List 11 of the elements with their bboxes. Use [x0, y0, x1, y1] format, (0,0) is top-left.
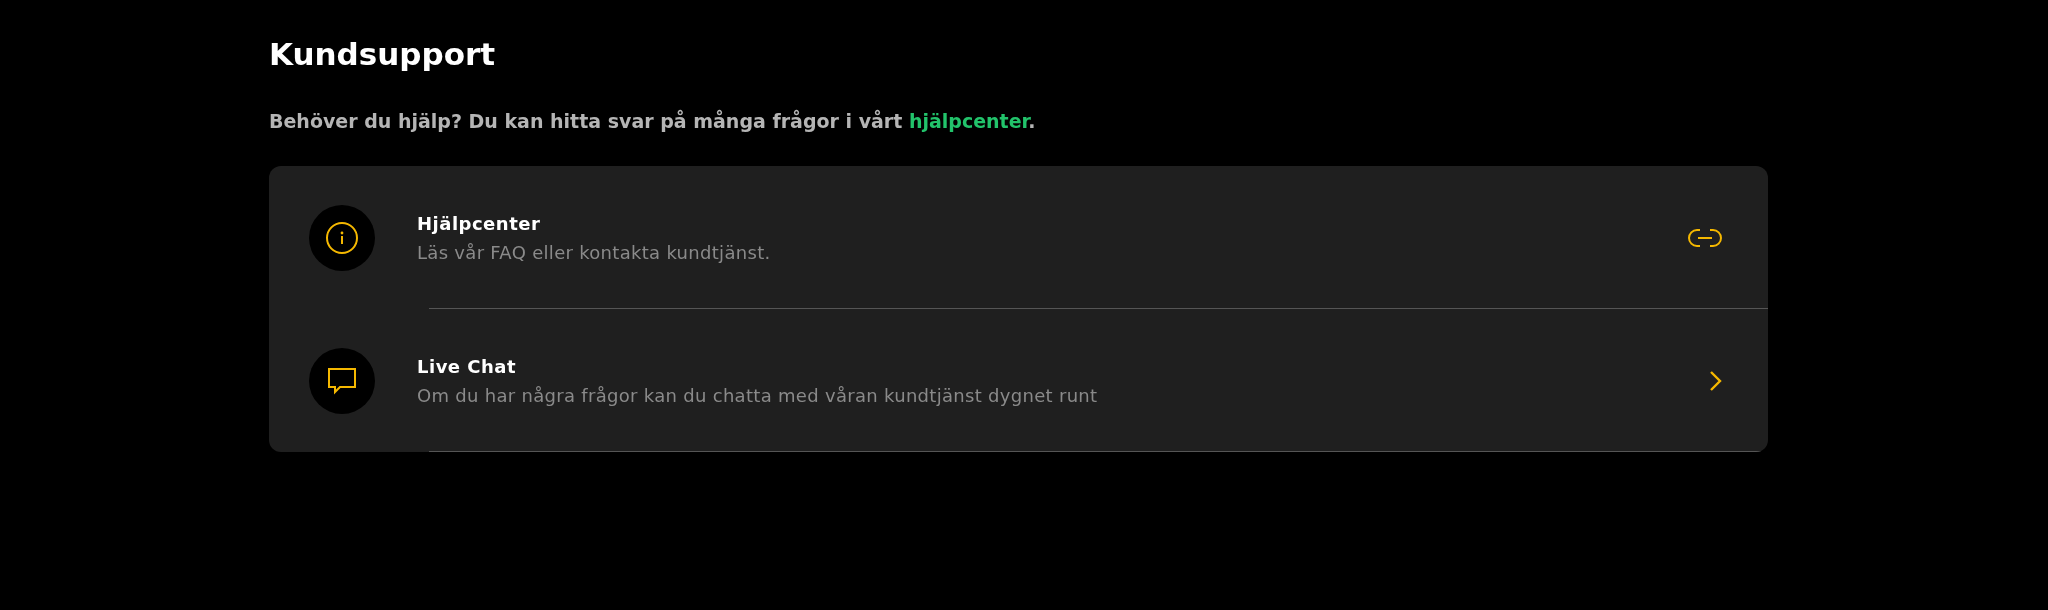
link-icon[interactable] — [1687, 227, 1723, 248]
item-description: Om du har några frågor kan du chatta med våran kundtjänst dygnet runt — [417, 384, 1098, 406]
intro-text: Behöver du hjälp? Du kan hitta svar på många frågor i vårt hjälpcenter. — [269, 109, 1036, 134]
help-center-link[interactable]: hjälpcenter — [908, 110, 1029, 132]
info-icon — [325, 220, 359, 255]
item-title[interactable]: Hjälpcenter — [417, 212, 541, 234]
item-title[interactable]: Live Chat — [417, 355, 517, 377]
page-title: Kundsupport — [269, 35, 496, 74]
item-description: Läs vår FAQ eller kontakta kundtjänst. — [417, 241, 771, 263]
chevron-right-icon[interactable] — [1709, 369, 1723, 392]
chat-icon — [327, 365, 357, 396]
